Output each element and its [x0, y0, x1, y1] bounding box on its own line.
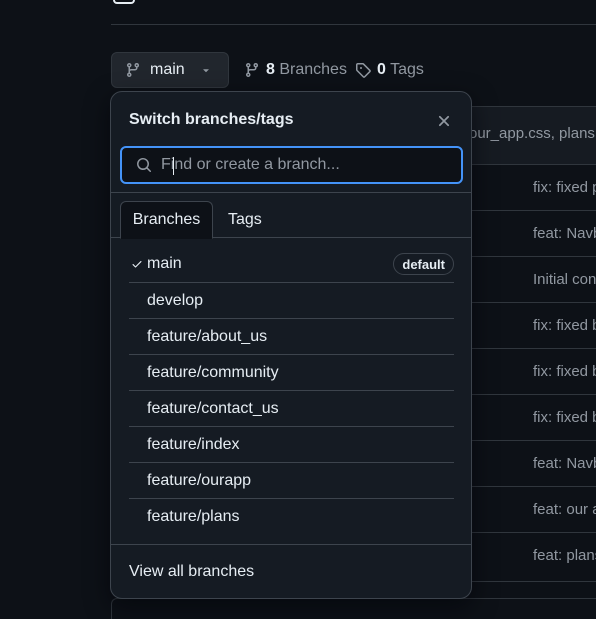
branch-item-feature-index[interactable]: feature/index	[129, 426, 454, 462]
view-all-branches-link[interactable]: View all branches	[129, 563, 254, 581]
branch-search-input[interactable]	[161, 156, 451, 174]
divider	[111, 544, 471, 545]
tags-count-link[interactable]: 0 Tags	[355, 60, 424, 80]
branch-selector-label: main	[150, 61, 185, 78]
search-icon	[136, 157, 152, 173]
commit-message[interactable]: fix: fixed b	[533, 363, 596, 380]
branches-count-link[interactable]: 8 Branches	[244, 60, 347, 80]
commit-message[interactable]: feat: Navb	[533, 225, 596, 242]
branch-item-feature-ourapp[interactable]: feature/ourapp	[129, 462, 454, 498]
branch-item-feature-contact-us[interactable]: feature/contact_us	[129, 390, 454, 426]
branch-item-main[interactable]: main default	[129, 246, 454, 282]
check-icon	[131, 258, 143, 270]
branch-item-develop[interactable]: develop	[129, 282, 454, 318]
tag-icon	[355, 62, 371, 78]
close-icon[interactable]	[435, 112, 453, 130]
commit-message[interactable]: fix: fixed p	[533, 179, 596, 196]
branch-item-feature-community[interactable]: feature/community	[129, 354, 454, 390]
triangle-down-icon	[200, 64, 212, 76]
branch-item-feature-about-us[interactable]: feature/about_us	[129, 318, 454, 354]
commit-message[interactable]: feat: our a	[533, 501, 596, 518]
tags-count: 0	[377, 61, 386, 78]
readme-box	[111, 598, 596, 619]
branch-list: main default develop feature/about_us fe…	[129, 246, 454, 534]
branch-name: feature/plans	[147, 507, 240, 525]
commit-message[interactable]: fix: fixed b	[533, 409, 596, 426]
commit-message[interactable]: Initial con	[533, 271, 596, 288]
repo-icon	[113, 0, 135, 4]
dropdown-title: Switch branches/tags	[129, 111, 294, 128]
header-divider	[111, 24, 596, 25]
branch-name: develop	[147, 291, 204, 309]
branch-name: feature/ourapp	[147, 471, 252, 489]
branch-name: feature/community	[147, 363, 279, 381]
default-badge: default	[393, 253, 454, 275]
branch-name: feature/contact_us	[147, 399, 279, 417]
branch-selector-button[interactable]: main	[111, 52, 229, 88]
branch-tag-tabs: Branches Tags	[111, 201, 471, 239]
git-branch-icon	[244, 62, 260, 78]
commit-message[interactable]: feat: Navb	[533, 455, 596, 472]
tab-tags[interactable]: Tags	[228, 201, 262, 238]
branch-item-feature-plans[interactable]: feature/plans	[129, 498, 454, 534]
branch-switcher-dropdown: Switch branches/tags Branches Tags main …	[110, 91, 472, 599]
latest-commit-text: our_app.css, plans	[469, 125, 595, 142]
git-branch-icon	[125, 62, 141, 78]
commit-message[interactable]: feat: plans	[533, 547, 596, 564]
text-cursor	[173, 157, 174, 175]
tab-branches[interactable]: Branches	[120, 201, 213, 239]
branches-label: Branches	[279, 61, 347, 78]
divider	[111, 192, 471, 193]
branches-count: 8	[266, 61, 275, 78]
branch-search-field[interactable]	[120, 146, 463, 184]
branch-name: main	[147, 255, 182, 272]
branch-name: feature/about_us	[147, 327, 268, 345]
commit-message[interactable]: fix: fixed b	[533, 317, 596, 334]
branch-name: feature/index	[147, 435, 240, 453]
tags-label: Tags	[390, 61, 424, 78]
